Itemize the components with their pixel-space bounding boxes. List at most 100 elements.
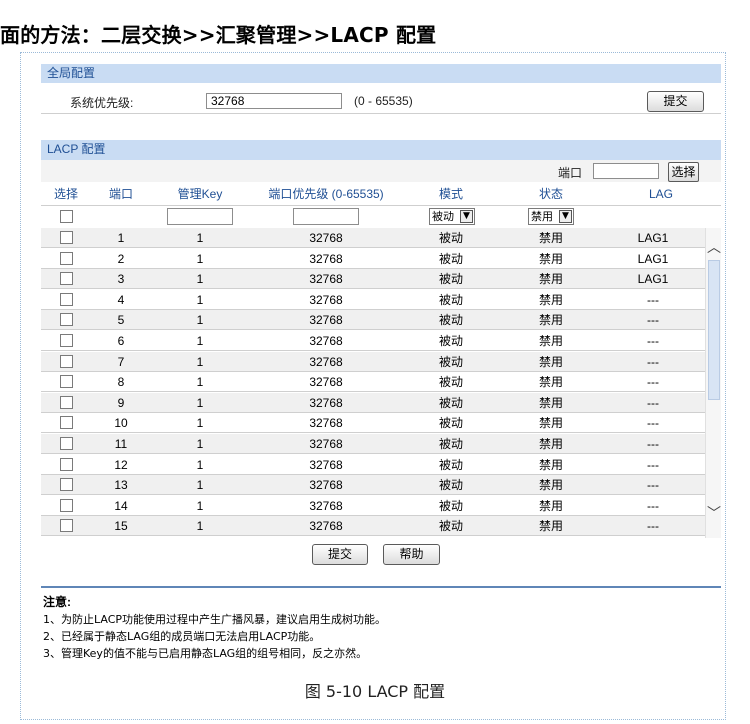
row-select-checkbox[interactable] (60, 416, 73, 430)
port-cell: 1 (117, 231, 125, 245)
port-cell: 3 (117, 272, 125, 287)
scrollbar-thumb[interactable] (708, 260, 720, 400)
port-search-input[interactable] (593, 163, 659, 179)
filter-row: 被动 ▼ 禁用 ▼ (41, 206, 721, 229)
row-select-checkbox[interactable] (60, 519, 73, 533)
system-priority-input[interactable] (206, 93, 342, 109)
mode-cell: 被动 (438, 437, 463, 451)
row-select-checkbox[interactable] (60, 375, 73, 389)
port-cell: 10 (114, 416, 128, 431)
port-select-button[interactable]: 选择 (668, 162, 699, 182)
row-select-checkbox[interactable] (60, 272, 73, 286)
row-select-checkbox[interactable] (60, 395, 73, 409)
lag-cell: --- (647, 416, 659, 431)
lacp-port-table: 选择 端口 管理Key 端口优先级 (0-65535) 模式 状态 LAG 被动… (41, 183, 721, 538)
port-cell: 2 (117, 251, 125, 266)
note-item: 3、管理Key的值不能与已启用静态LAG组的组号相同，反之亦然。 (43, 647, 368, 660)
admin-key-cell: 1 (196, 292, 204, 307)
table-row: 10 1 32768 被动 禁用 --- (41, 413, 705, 434)
lag-cell: --- (647, 498, 659, 513)
row-select-checkbox[interactable] (60, 354, 73, 368)
port-priority-cell: 32768 (309, 498, 343, 513)
select-all-checkbox[interactable] (60, 210, 73, 223)
row-select-checkbox[interactable] (60, 313, 73, 327)
global-config-section-title: 全局配置 (41, 64, 721, 83)
scroll-down-icon[interactable]: ﹀ (706, 504, 722, 522)
table-scrollbar[interactable]: ︿ ﹀ (705, 228, 721, 538)
row-select-checkbox[interactable] (60, 478, 73, 492)
lag-cell: --- (647, 457, 659, 472)
status-cell: 禁用 (538, 457, 563, 472)
row-select-checkbox[interactable] (60, 251, 73, 265)
status-cell: 禁用 (538, 395, 563, 410)
table-row: 13 1 32768 被动 禁用 --- (41, 475, 705, 496)
table-row: 2 1 32768 被动 禁用 LAG1 (41, 249, 705, 269)
admin-key-cell: 1 (196, 498, 204, 513)
lacp-submit-button[interactable]: 提交 (312, 544, 368, 565)
help-button[interactable]: 帮助 (383, 544, 440, 565)
status-cell: 禁用 (538, 231, 563, 245)
port-cell: 5 (117, 313, 125, 328)
admin-key-cell: 1 (196, 457, 204, 472)
row-select-checkbox[interactable] (60, 334, 73, 347)
filter-port-priority-input[interactable] (293, 208, 359, 225)
port-cell: 14 (114, 498, 128, 513)
mode-cell: 被动 (438, 313, 463, 328)
lag-cell: LAG1 (637, 272, 669, 287)
status-cell: 禁用 (538, 354, 563, 369)
status-cell: 禁用 (538, 272, 563, 287)
col-header-select: 选择 (53, 187, 78, 201)
lag-cell: --- (647, 478, 659, 493)
filter-admin-key-input[interactable] (167, 208, 233, 225)
row-select-checkbox[interactable] (60, 231, 73, 244)
port-cell: 6 (117, 334, 125, 348)
col-header-status: 状态 (538, 187, 563, 201)
mode-cell: 被动 (438, 457, 463, 472)
table-row: 5 1 32768 被动 禁用 --- (41, 310, 705, 331)
lacp-config-section-title: LACP 配置 (41, 140, 721, 160)
port-cell: 4 (117, 292, 125, 307)
port-priority-cell: 32768 (309, 457, 343, 472)
note-item: 2、已经属于静态LAG组的成员端口无法启用LACP功能。 (43, 630, 321, 643)
port-cell: 15 (114, 519, 128, 534)
lag-cell: LAG1 (637, 231, 669, 245)
row-select-checkbox[interactable] (60, 498, 73, 512)
row-select-checkbox[interactable] (60, 292, 73, 306)
lag-cell: --- (647, 313, 659, 328)
status-cell: 禁用 (538, 437, 563, 451)
lag-cell: --- (647, 334, 659, 348)
table-row: 1 1 32768 被动 禁用 LAG1 (41, 228, 705, 248)
mode-cell: 被动 (438, 375, 463, 390)
note-item: 1、为防止LACP功能使用过程中产生广播风暴，建议启用生成树功能。 (43, 613, 387, 626)
mode-cell: 被动 (438, 354, 463, 369)
port-priority-cell: 32768 (309, 375, 343, 390)
global-submit-button[interactable]: 提交 (647, 91, 704, 112)
filter-status-value: 禁用 (531, 210, 553, 223)
port-priority-cell: 32768 (309, 272, 343, 287)
system-priority-label: 系统优先级: (70, 96, 134, 110)
col-header-port-priority: 端口优先级 (0-65535) (268, 187, 384, 201)
col-header-port: 端口 (108, 187, 133, 201)
row-select-checkbox[interactable] (60, 457, 73, 471)
port-priority-cell: 32768 (309, 354, 343, 369)
mode-cell: 被动 (438, 478, 463, 493)
mode-cell: 被动 (438, 231, 463, 245)
admin-key-cell: 1 (196, 395, 204, 410)
mode-cell: 被动 (438, 416, 463, 431)
admin-key-cell: 1 (196, 272, 204, 287)
port-priority-cell: 32768 (309, 292, 343, 307)
lag-cell: --- (647, 519, 659, 534)
port-cell: 11 (114, 437, 128, 451)
port-priority-cell: 32768 (309, 416, 343, 431)
lag-cell: --- (647, 395, 659, 410)
filter-mode-select[interactable]: 被动 ▼ (429, 208, 475, 225)
table-header-row: 选择 端口 管理Key 端口优先级 (0-65535) 模式 状态 LAG (41, 183, 721, 206)
table-row: 4 1 32768 被动 禁用 --- (41, 290, 705, 310)
filter-status-select[interactable]: 禁用 ▼ (528, 208, 574, 225)
scroll-up-icon[interactable]: ︿ (706, 238, 722, 256)
status-cell: 禁用 (538, 416, 563, 431)
table-row: 14 1 32768 被动 禁用 --- (41, 496, 705, 516)
row-select-checkbox[interactable] (60, 437, 73, 450)
notes-title: 注意: (43, 595, 71, 609)
port-priority-cell: 32768 (309, 334, 343, 348)
